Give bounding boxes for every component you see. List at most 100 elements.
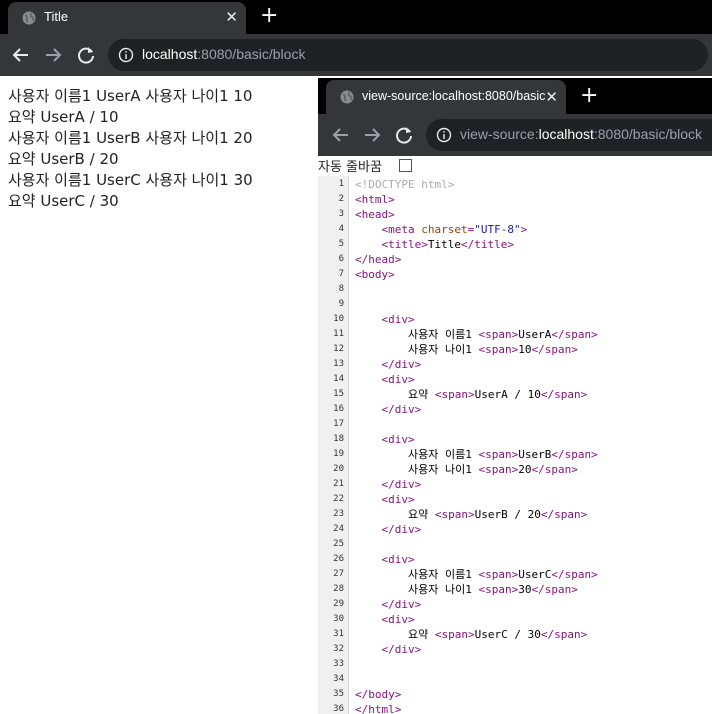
source-code: 사용자 나이1 <span>30</span>: [355, 583, 578, 596]
new-tab-button[interactable]: +: [580, 85, 598, 107]
line-number: 21: [333, 479, 344, 489]
source-code: <head>: [355, 208, 395, 221]
source-code: <html>: [355, 193, 395, 206]
line-wrap-label: 자동 줄바꿈: [318, 160, 382, 175]
url-path: :8080/basic/block: [593, 126, 703, 142]
source-line: 4 <meta charset="UTF-8">: [318, 222, 712, 237]
source-line: 25: [318, 537, 712, 552]
line-wrap-toggle: 자동 줄바꿈: [318, 156, 712, 175]
forward-arrow-icon[interactable]: [42, 44, 64, 66]
source-code: 요약 <span>UserA / 10</span>: [355, 388, 588, 401]
tab-strip: Title ✕ +: [0, 0, 712, 34]
page-content: 사용자 이름1 UserA 사용자 나이1 10 요약 UserA / 10 사…: [8, 86, 313, 212]
line-number: 1: [338, 179, 344, 189]
line-number: 35: [333, 689, 344, 699]
source-line: 27 사용자 이름1 <span>UserC</span>: [318, 567, 712, 582]
source-code: </div>: [381, 478, 422, 491]
line-number: 6: [338, 254, 344, 264]
source-code: </head>: [355, 253, 402, 266]
info-icon[interactable]: [118, 47, 134, 63]
line-number: 23: [333, 509, 344, 519]
globe-icon: [22, 11, 36, 25]
line-number: 25: [333, 539, 344, 549]
line-number: 16: [333, 404, 344, 414]
globe-icon: [340, 90, 354, 104]
address-bar[interactable]: localhost:8080/basic/block: [108, 39, 708, 71]
line-number: 22: [333, 494, 344, 504]
source-code: 사용자 이름1 <span>UserC</span>: [355, 568, 598, 581]
summary-line: 요약 UserC / 30: [8, 192, 119, 210]
source-line: 32 </div>: [318, 642, 712, 657]
source-code: 사용자 나이1 <span>20</span>: [355, 463, 578, 476]
source-line: 3 <head>: [318, 207, 712, 222]
source-line: 1 <!DOCTYPE html>: [318, 177, 712, 192]
view-source-tab[interactable]: view-source:localhost:8080/basic/block ✕: [326, 80, 566, 114]
url-text: view-source:localhost:8080/basic/block: [460, 126, 702, 142]
line-number: 13: [333, 359, 344, 369]
user-info-line: 사용자 이름1 UserA 사용자 나이1 10: [8, 87, 253, 105]
browser-tab[interactable]: Title ✕: [8, 2, 246, 34]
source-code: 사용자 나이1 <span>10</span>: [355, 343, 578, 356]
address-bar[interactable]: view-source:localhost:8080/basic/block: [426, 119, 712, 151]
line-number: 10: [333, 314, 344, 324]
view-source-window: view-source:localhost:8080/basic/block ✕…: [318, 78, 712, 714]
source-line: 19 사용자 이름1 <span>UserB</span>: [318, 447, 712, 462]
source-line: 31 요약 <span>UserC / 30</span>: [318, 627, 712, 642]
line-number: 15: [333, 389, 344, 399]
source-line: 15 요약 <span>UserA / 10</span>: [318, 387, 712, 402]
url-text: localhost:8080/basic/block: [142, 46, 305, 62]
summary-line: 요약 UserA / 10: [8, 108, 119, 126]
source-line: 2 <html>: [318, 192, 712, 207]
source-code: </div>: [381, 358, 422, 371]
source-line: 28 사용자 나이1 <span>30</span>: [318, 582, 712, 597]
line-number: 11: [333, 329, 344, 339]
source-line: 23 요약 <span>UserB / 20</span>: [318, 507, 712, 522]
line-number: 14: [333, 374, 344, 384]
reload-icon[interactable]: [393, 124, 415, 146]
source-line: 11 사용자 이름1 <span>UserA</span>: [318, 327, 712, 342]
source-code: </div>: [381, 598, 422, 611]
source-line: 13 </div>: [318, 357, 712, 372]
line-number: 5: [338, 239, 344, 249]
url-prefix: view-source:: [460, 126, 539, 142]
source-line: 7 <body>: [318, 267, 712, 282]
back-arrow-icon[interactable]: [330, 124, 352, 146]
new-tab-button[interactable]: +: [260, 5, 278, 27]
line-number: 7: [338, 269, 344, 279]
back-arrow-icon[interactable]: [10, 44, 32, 66]
line-number: 19: [333, 449, 344, 459]
close-tab-icon[interactable]: ✕: [545, 88, 558, 106]
line-number: 36: [333, 704, 344, 714]
source-line: 5 <title>Title</title>: [318, 237, 712, 252]
source-code: <!DOCTYPE html>: [355, 178, 455, 191]
line-number: 12: [333, 344, 344, 354]
line-number: 31: [333, 629, 344, 639]
source-line: 10 <div>: [318, 312, 712, 327]
source-line: 17: [318, 417, 712, 432]
line-number: 28: [333, 584, 344, 594]
line-number: 32: [333, 644, 344, 654]
close-tab-icon[interactable]: ✕: [225, 8, 238, 26]
line-number: 24: [333, 524, 344, 534]
source-code: 요약 <span>UserB / 20</span>: [355, 508, 588, 521]
url-host: localhost: [142, 46, 198, 62]
user-info-line: 사용자 이름1 UserC 사용자 나이1 30: [8, 171, 253, 189]
url-host: localhost: [538, 126, 594, 142]
forward-arrow-icon[interactable]: [361, 124, 383, 146]
source-line: 16 </div>: [318, 402, 712, 417]
source-line: 35 </body>: [318, 687, 712, 702]
source-line: 34: [318, 672, 712, 687]
info-icon[interactable]: [436, 127, 452, 143]
source-line: 18 <div>: [318, 432, 712, 447]
source-line: 22 <div>: [318, 492, 712, 507]
source-code: </div>: [381, 523, 422, 536]
source-code: 사용자 이름1 <span>UserA</span>: [355, 328, 598, 341]
source-code: </body>: [355, 688, 402, 701]
line-wrap-checkbox[interactable]: [399, 159, 412, 172]
line-number: 30: [333, 614, 344, 624]
line-number: 34: [333, 674, 344, 684]
reload-icon[interactable]: [75, 44, 97, 66]
source-code: 요약 <span>UserC / 30</span>: [355, 628, 588, 641]
line-number: 20: [333, 464, 344, 474]
line-number: 27: [333, 569, 344, 579]
